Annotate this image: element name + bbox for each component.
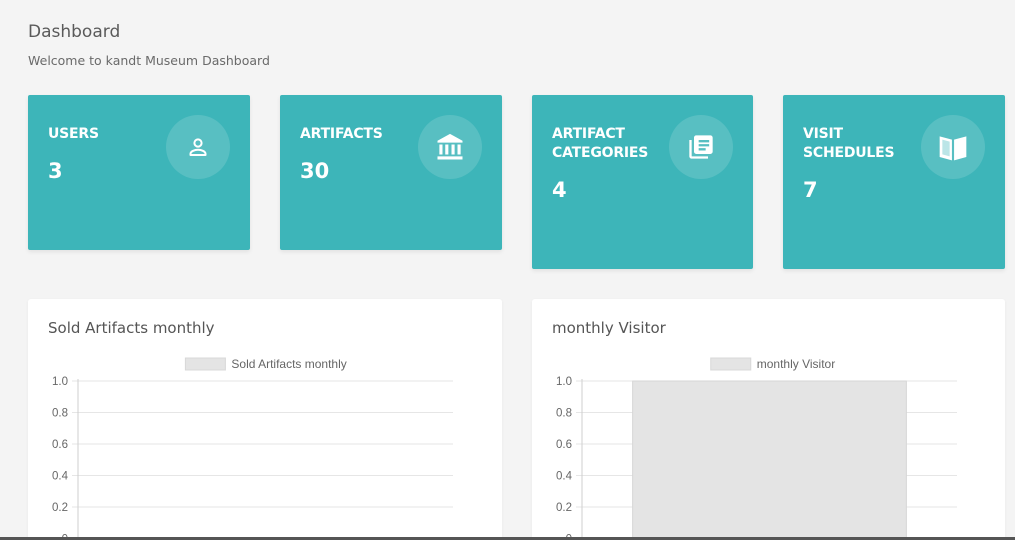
card-artifacts-value: 30 xyxy=(300,159,330,183)
y-tick-label: 0.6 xyxy=(556,439,572,451)
card-artifacts[interactable]: ARTIFACTS 30 xyxy=(280,95,502,250)
y-tick-label: 0.8 xyxy=(556,408,572,420)
page-subtitle: Welcome to kandt Museum Dashboard xyxy=(28,53,270,68)
legend-label: Sold Artifacts monthly xyxy=(231,357,346,371)
open-book-icon xyxy=(921,115,985,179)
y-tick-label: 0.2 xyxy=(52,502,68,514)
library-books-icon xyxy=(669,115,733,179)
card-users-value: 3 xyxy=(48,159,63,183)
y-tick-label: 0.8 xyxy=(52,408,68,420)
chart-panel-sold-artifacts: Sold Artifacts monthly Sold Artifacts mo… xyxy=(28,299,502,540)
user-icon xyxy=(166,115,230,179)
legend-swatch xyxy=(710,357,752,371)
y-tick-label: 1.0 xyxy=(556,376,572,388)
y-tick-label: 0.6 xyxy=(52,439,68,451)
card-artifact-categories[interactable]: ARTIFACT CATEGORIES 4 xyxy=(532,95,753,269)
y-tick-label: 0.4 xyxy=(556,471,573,483)
y-tick-label: 0.4 xyxy=(52,471,69,483)
chart-panel-monthly-visitor: monthly Visitor monthly Visitor 1.0 0.8 0.6… xyxy=(532,299,1005,540)
museum-icon xyxy=(418,115,482,179)
legend-swatch xyxy=(184,357,226,371)
card-artifact-categories-label: ARTIFACT CATEGORIES xyxy=(552,126,649,161)
card-users[interactable]: USERS 3 xyxy=(28,95,250,250)
card-visit-schedules-label: VISIT SCHEDULES xyxy=(803,126,895,161)
card-visit-schedules[interactable]: VISIT SCHEDULES 7 xyxy=(783,95,1005,269)
y-tick-label: 1.0 xyxy=(52,376,68,388)
sold-artifacts-chart: Sold Artifacts monthly1.00.80.60.40.20 xyxy=(52,357,453,540)
card-visit-schedules-value: 7 xyxy=(803,178,818,202)
y-tick-label: 0.2 xyxy=(556,502,572,514)
card-artifact-categories-value: 4 xyxy=(552,178,567,202)
monthly-visitor-chart: monthly Visitor1.00.80.60.40.20 xyxy=(556,357,957,540)
legend-label: monthly Visitor xyxy=(757,357,835,371)
bar xyxy=(632,380,907,540)
card-users-label: USERS xyxy=(48,126,99,142)
page-title: Dashboard xyxy=(28,22,121,42)
card-artifacts-label: ARTIFACTS xyxy=(300,126,383,142)
